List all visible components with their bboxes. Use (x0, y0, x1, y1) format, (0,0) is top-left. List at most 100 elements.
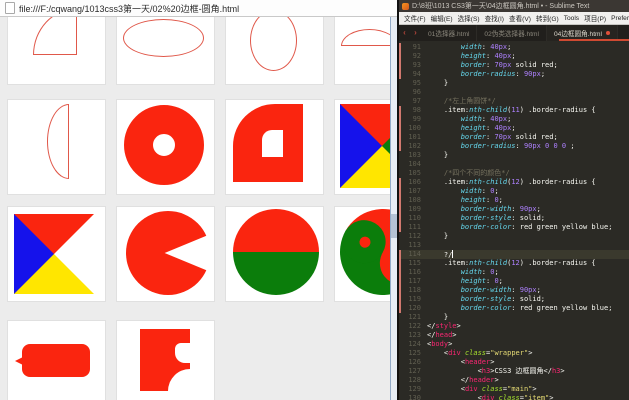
code-line[interactable]: 93 border: 70px solid red; (399, 61, 629, 70)
menu-item[interactable]: 查看(V) (509, 13, 531, 23)
line-number: 116 (408, 268, 421, 276)
code-line[interactable]: 113 (399, 241, 629, 250)
code-line[interactable]: 111 border-color: red green yellow blue; (399, 223, 629, 232)
text-cursor (452, 250, 454, 258)
code-line[interactable]: 103 } (399, 151, 629, 160)
red-green-circle-shape (233, 209, 319, 295)
line-number: 100 (408, 124, 421, 132)
code-line[interactable]: 94 border-radius: 90px; (399, 70, 629, 79)
code-line[interactable]: 120 border-color: red green yellow blue; (399, 304, 629, 313)
donut-shape (124, 105, 204, 185)
line-number: 111 (408, 223, 421, 231)
code-text: border-color: red green yellow blue; (460, 223, 613, 231)
code-line[interactable]: 97 /*左上角圆饼*/ (399, 97, 629, 106)
line-number: 94 (412, 70, 421, 78)
menu-item[interactable]: 转到(G) (536, 13, 559, 23)
tab-label: 02伪类选择器.html (484, 31, 539, 38)
code-text: border-radius: 90px 0 0 0 ; (460, 142, 575, 150)
code-area[interactable]: 91 width: 40px; 92 height: 40px; 93 border… (399, 40, 629, 400)
code-line[interactable]: 98 .item:nth-child(11) .border-radius { (399, 106, 629, 115)
code-line[interactable]: 108 height: 0; (399, 196, 629, 205)
code-text: .item:nth-child(12) .border-radius { (427, 259, 596, 267)
code-line[interactable]: 123 </head> (399, 331, 629, 340)
code-line[interactable]: 124 <body> (399, 340, 629, 349)
code-text: .item:nth-child(12) .border-radius { (427, 178, 596, 186)
line-number: 113 (408, 241, 421, 249)
menu-item[interactable]: Tools (564, 15, 579, 22)
code-line[interactable]: 126 <header> (399, 358, 629, 367)
code-line[interactable]: 96 (399, 88, 629, 97)
line-number: 95 (412, 79, 421, 87)
code-line[interactable]: 119 border-style: solid; (399, 295, 629, 304)
code-line[interactable]: 106 .item:nth-child(12) .border-radius { (399, 178, 629, 187)
code-line[interactable]: 128 </header> (399, 376, 629, 385)
line-number: 129 (408, 385, 421, 393)
address-bar[interactable]: file:///F:/cqwang/1013css3第一天/02%20边框-圆角… (0, 0, 397, 17)
line-number: 120 (408, 304, 421, 312)
modified-line-mark (399, 286, 401, 295)
code-line[interactable]: 121 } (399, 313, 629, 322)
code-line[interactable]: 122 </style> (399, 322, 629, 331)
code-line[interactable]: 101 border: 70px solid red; (399, 133, 629, 142)
code-text: <body> (427, 340, 453, 348)
code-line[interactable]: 105 /*四个不同的颜色*/ (399, 169, 629, 178)
code-text: } (427, 151, 449, 159)
code-line[interactable]: 127 <h3>CSS3 边框圆角</h3> (399, 367, 629, 376)
line-number: 102 (408, 142, 421, 150)
code-text: border-radius: 90px; (460, 70, 546, 78)
line-number: 115 (408, 259, 421, 267)
demo-card (8, 100, 105, 194)
line-number: 91 (412, 43, 421, 51)
tab[interactable]: 02伪类选择器.html (477, 25, 547, 41)
code-line[interactable]: 95 } (399, 79, 629, 88)
code-line[interactable]: 99 width: 40px; (399, 115, 629, 124)
code-line[interactable]: 109 border-width: 90px; (399, 205, 629, 214)
line-number: 128 (408, 376, 421, 384)
modified-line-mark (399, 52, 401, 61)
code-line[interactable]: 100 height: 40px; (399, 124, 629, 133)
code-line[interactable]: 129 <div class="main"> (399, 385, 629, 394)
code-line[interactable]: 114 ?/ (399, 250, 629, 259)
menu-item[interactable]: 编辑(E) (431, 13, 453, 23)
code-line[interactable]: 104 (399, 160, 629, 169)
line-number: 124 (408, 340, 421, 348)
code-line[interactable]: 115 .item:nth-child(12) .border-radius { (399, 259, 629, 268)
code-line[interactable]: 130 <div class="item"> (399, 394, 629, 400)
code-line[interactable]: 117 height: 0; (399, 277, 629, 286)
line-number: 97 (412, 97, 421, 105)
menu-item[interactable]: Preferences (611, 15, 629, 22)
browser-scrollbar[interactable] (390, 17, 397, 400)
menu-item[interactable]: 选择(S) (458, 13, 480, 23)
tab[interactable]: 01选择器.html (421, 25, 478, 41)
quarter-circle-outline-shape (33, 17, 77, 55)
code-text: border-style: solid; (460, 295, 546, 303)
demo-card (226, 100, 323, 194)
code-line[interactable]: 125 <div class="wrapper"> (399, 349, 629, 358)
modified-line-mark (399, 178, 401, 187)
code-line[interactable]: 112 } (399, 232, 629, 241)
code-line[interactable]: 110 border-style: solid; (399, 214, 629, 223)
line-number: 96 (412, 88, 421, 96)
red-dot (357, 234, 373, 250)
menu-item[interactable]: 文件(F) (404, 13, 426, 23)
code-line[interactable]: 91 width: 40px; (399, 43, 629, 52)
menu-item[interactable]: 项目(P) (584, 13, 606, 23)
code-text: /*四个不同的颜色*/ (443, 169, 510, 177)
code-line[interactable]: 107 width: 0; (399, 187, 629, 196)
code-line[interactable]: 102 border-radius: 90px 0 0 0 ; (399, 142, 629, 151)
menu-item[interactable]: 查找(I) (485, 13, 504, 23)
code-line[interactable]: 118 border-width: 90px; (399, 286, 629, 295)
half-ellipse-left-outline-shape (47, 104, 69, 179)
tab-scroll-right-icon[interactable]: › (410, 25, 421, 41)
modified-line-mark (399, 277, 401, 286)
code-line[interactable]: 116 width: 0; (399, 268, 629, 277)
code-line[interactable]: 92 height: 40px; (399, 52, 629, 61)
flag-notch-shape (140, 329, 212, 400)
modified-line-mark (399, 223, 401, 232)
demo-card (8, 321, 105, 400)
notch (175, 343, 197, 363)
yin-yang-shape (335, 207, 391, 301)
tab-scroll-left-icon[interactable]: ‹ (399, 25, 410, 41)
line-number: 126 (408, 358, 421, 366)
title-bar: D:\8班\1013 CS3第一天\04边框圆角.html • - Sublim… (399, 0, 629, 12)
